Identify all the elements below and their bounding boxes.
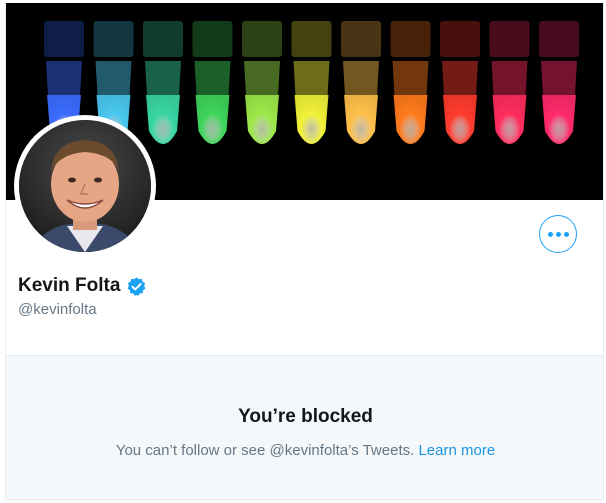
tube-cap bbox=[242, 21, 282, 57]
more-options-icon bbox=[547, 231, 569, 237]
tube-cap bbox=[291, 21, 332, 57]
tube-liquid bbox=[443, 95, 477, 144]
tube-liquid bbox=[393, 95, 428, 144]
person-photo-icon bbox=[19, 120, 151, 252]
tube-liquid bbox=[146, 95, 180, 144]
profile-handle: @kevinfolta bbox=[18, 301, 97, 318]
learn-more-link[interactable]: Learn more bbox=[418, 442, 495, 459]
tube-cap bbox=[192, 21, 233, 57]
blocked-description-row: You can’t follow or see @kevinfolta’s Tw… bbox=[6, 442, 603, 459]
dot bbox=[555, 231, 561, 237]
verified-badge-icon bbox=[127, 276, 146, 296]
tube-liquid bbox=[492, 95, 527, 144]
tube-liquid bbox=[195, 95, 230, 144]
dot bbox=[563, 231, 569, 237]
tube-cap bbox=[93, 21, 134, 57]
avatar-photo bbox=[19, 120, 151, 252]
blocked-description: You can’t follow or see @kevinfolta’s Tw… bbox=[115, 442, 419, 459]
profile-name-row: Kevin Folta bbox=[18, 275, 147, 297]
tube-cap bbox=[440, 21, 480, 57]
dot bbox=[547, 231, 553, 237]
more-options-button[interactable] bbox=[539, 215, 577, 253]
blocked-notice: You’re blocked You can’t follow or see @… bbox=[6, 355, 603, 499]
tube-liquid bbox=[294, 95, 329, 144]
tube-liquid bbox=[344, 95, 378, 144]
tube-cap bbox=[44, 21, 84, 57]
tube-cap bbox=[341, 21, 381, 57]
tube-liquid bbox=[542, 95, 576, 144]
blocked-title: You’re blocked bbox=[238, 406, 373, 427]
tube-cap bbox=[489, 21, 530, 57]
avatar[interactable] bbox=[14, 115, 156, 257]
profile-card: Kevin Folta @kevinfolta You’re blocked Y… bbox=[5, 3, 604, 500]
display-name: Kevin Folta bbox=[18, 275, 121, 296]
tube-cap bbox=[390, 21, 431, 57]
tube-cap bbox=[539, 21, 579, 57]
tube-cap bbox=[143, 21, 183, 57]
tube-liquid bbox=[245, 95, 279, 144]
